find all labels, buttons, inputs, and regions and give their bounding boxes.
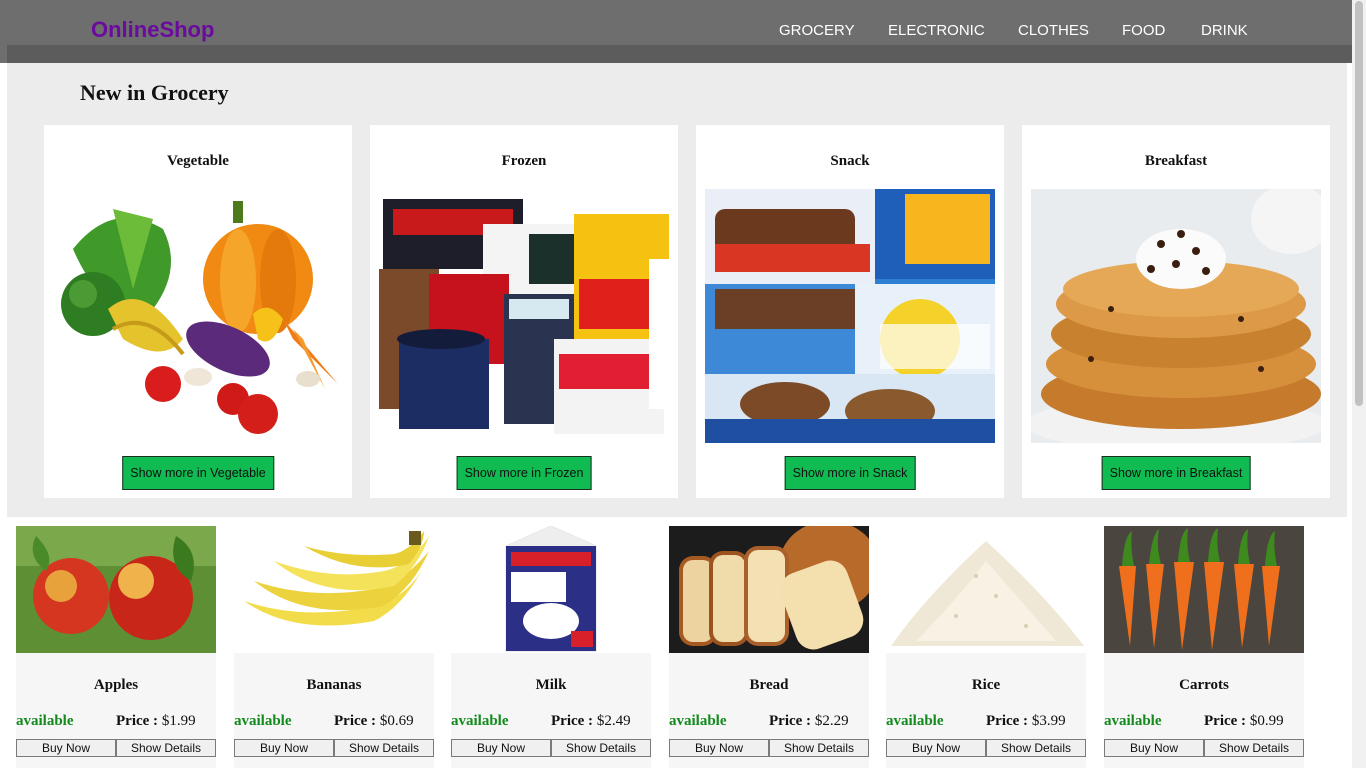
availability-label: available: [1104, 713, 1162, 729]
category-title: Vegetable: [167, 153, 229, 169]
product-info: Milk available Price : $2.49 Buy Now Sho…: [451, 653, 651, 768]
product-card-bread: Bread available Price : $2.29 Buy Now Sh…: [669, 526, 869, 768]
buy-now-button[interactable]: Buy Now: [451, 739, 551, 757]
snacks-image: [705, 189, 995, 443]
show-more-breakfast-button[interactable]: Show more in Breakfast: [1101, 456, 1251, 490]
product-name: Apples: [93, 677, 139, 693]
availability-label: available: [451, 713, 509, 729]
product-card-rice: Rice available Price : $3.99 Buy Now Sho…: [886, 526, 1086, 768]
price-value: $2.29: [814, 713, 849, 729]
product-card-carrots: Carrots available Price : $0.99 Buy Now …: [1104, 526, 1304, 768]
price-label: Price :: [1204, 713, 1247, 729]
nav-electronic[interactable]: ELECTRONIC: [888, 22, 985, 39]
buy-now-button[interactable]: Buy Now: [669, 739, 769, 757]
grocery-section: New in Grocery Vegetable Show more in Ve…: [7, 63, 1347, 517]
product-info: Rice available Price : $3.99 Buy Now Sho…: [886, 653, 1086, 768]
price-label: Price :: [116, 713, 159, 729]
price-value: $2.49: [596, 713, 631, 729]
product-price: Price : $2.49: [551, 713, 631, 730]
buy-now-button[interactable]: Buy Now: [1104, 739, 1204, 757]
product-card-bananas: Bananas available Price : $0.69 Buy Now …: [234, 526, 434, 768]
show-details-button[interactable]: Show Details: [551, 739, 651, 757]
category-card-snack: Snack Show more in Snack: [696, 125, 1004, 498]
product-name: Milk: [535, 677, 567, 693]
milk-carton-image: [451, 526, 651, 653]
product-price: Price : $1.99: [116, 713, 196, 730]
product-price: Price : $0.69: [334, 713, 414, 730]
show-details-button[interactable]: Show Details: [986, 739, 1086, 757]
show-details-button[interactable]: Show Details: [334, 739, 434, 757]
product-name: Rice: [971, 677, 1001, 693]
price-label: Price :: [986, 713, 1029, 729]
price-value: $0.69: [379, 713, 414, 729]
nav-food[interactable]: FOOD: [1122, 22, 1165, 39]
category-title: Frozen: [501, 153, 547, 169]
bread-image: [669, 526, 869, 653]
availability-label: available: [234, 713, 292, 729]
product-name: Bread: [749, 677, 789, 693]
product-info: Apples available Price : $1.99 Buy Now S…: [16, 653, 216, 768]
scrollbar-thumb[interactable]: [1355, 1, 1363, 406]
availability-label: available: [886, 713, 944, 729]
rice-image: [886, 526, 1086, 653]
product-price: Price : $0.99: [1204, 713, 1284, 730]
product-info: Carrots available Price : $0.99 Buy Now …: [1104, 653, 1304, 768]
availability-label: available: [669, 713, 727, 729]
show-more-vegetable-button[interactable]: Show more in Vegetable: [122, 456, 274, 490]
nav-clothes[interactable]: CLOTHES: [1018, 22, 1089, 39]
nav-grocery[interactable]: GROCERY: [779, 22, 855, 39]
bananas-image: [234, 526, 434, 653]
price-value: $1.99: [161, 713, 196, 729]
product-info: Bananas available Price : $0.69 Buy Now …: [234, 653, 434, 768]
buy-now-button[interactable]: Buy Now: [886, 739, 986, 757]
product-card-milk: Milk available Price : $2.49 Buy Now Sho…: [451, 526, 651, 768]
product-name: Carrots: [1179, 677, 1229, 693]
show-details-button[interactable]: Show Details: [769, 739, 869, 757]
price-value: $0.99: [1249, 713, 1284, 729]
price-label: Price :: [551, 713, 594, 729]
price-label: Price :: [334, 713, 377, 729]
show-details-button[interactable]: Show Details: [116, 739, 216, 757]
product-price: Price : $2.29: [769, 713, 849, 730]
navbar-shade: [7, 45, 1352, 63]
product-name: Bananas: [306, 677, 362, 693]
section-title: New in Grocery: [80, 80, 229, 105]
product-card-apples: Apples available Price : $1.99 Buy Now S…: [16, 526, 216, 768]
category-title: Snack: [830, 153, 870, 169]
nav-drink[interactable]: DRINK: [1201, 22, 1248, 39]
price-value: $3.99: [1031, 713, 1066, 729]
page-scrollbar[interactable]: [1352, 0, 1366, 768]
price-label: Price :: [769, 713, 812, 729]
show-more-frozen-button[interactable]: Show more in Frozen: [456, 456, 592, 490]
product-info: Bread available Price : $2.29 Buy Now Sh…: [669, 653, 869, 768]
frozen-foods-image: [379, 189, 669, 443]
category-card-vegetable: Vegetable Show more in Vegetable: [44, 125, 352, 498]
apples-image: [16, 526, 216, 653]
shop-logo[interactable]: OnlineShop: [91, 17, 214, 43]
carrots-image: [1104, 526, 1304, 653]
category-card-breakfast: Breakfast Show more in Breakfast: [1022, 125, 1330, 498]
buy-now-button[interactable]: Buy Now: [16, 739, 116, 757]
pancakes-image: [1031, 189, 1321, 443]
show-more-snack-button[interactable]: Show more in Snack: [784, 456, 916, 490]
availability-label: available: [16, 713, 74, 729]
product-price: Price : $3.99: [986, 713, 1066, 730]
vegetables-image: [53, 189, 343, 443]
category-title: Breakfast: [1144, 153, 1208, 169]
top-navbar: OnlineShop GROCERY ELECTRONIC CLOTHES FO…: [0, 0, 1366, 63]
show-details-button[interactable]: Show Details: [1204, 739, 1304, 757]
category-card-frozen: Frozen Show more in Frozen: [370, 125, 678, 498]
buy-now-button[interactable]: Buy Now: [234, 739, 334, 757]
